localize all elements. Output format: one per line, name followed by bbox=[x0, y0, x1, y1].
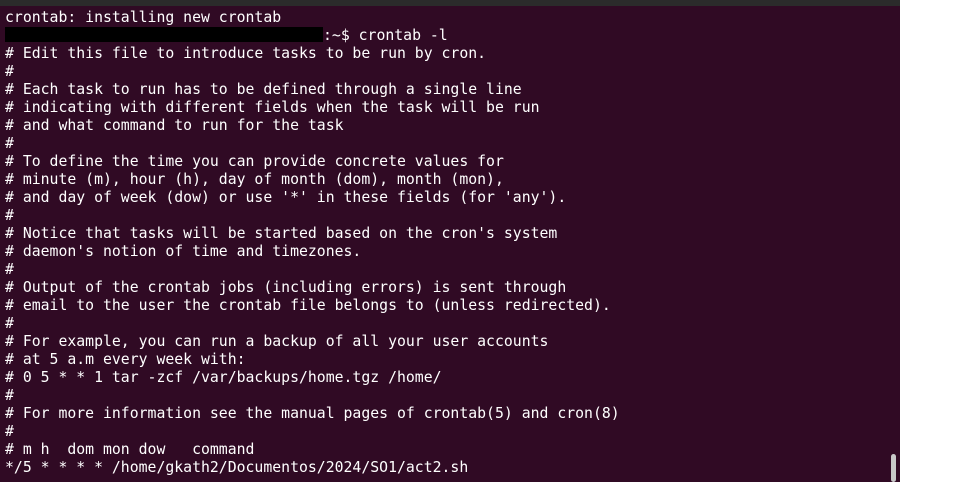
terminal-line-8: # To define the time you can provide con… bbox=[5, 153, 504, 170]
redacted-username bbox=[5, 27, 323, 42]
terminal-line-19: # at 5 a.m every week with: bbox=[5, 351, 246, 368]
terminal-line-2: # Edit this file to introduce tasks to b… bbox=[5, 45, 487, 62]
terminal-line-5: # indicating with different fields when … bbox=[5, 99, 540, 116]
terminal-line-16: # email to the user the crontab file bel… bbox=[5, 297, 611, 314]
terminal-line-18: # For example, you can run a backup of a… bbox=[5, 333, 549, 350]
terminal-line-14: # bbox=[5, 261, 14, 278]
terminal-line-25: */5 * * * * /home/gkath2/Documentos/2024… bbox=[5, 459, 469, 476]
terminal-line-12: # Notice that tasks will be started base… bbox=[5, 225, 558, 242]
terminal-line-13: # daemon's notion of time and timezones. bbox=[5, 243, 362, 260]
terminal-lines: crontab: installing new crontab :~$ cron… bbox=[5, 9, 620, 477]
terminal-line-15: # Output of the crontab jobs (including … bbox=[5, 279, 567, 296]
terminal-line-20: # 0 5 * * 1 tar -zcf /var/backups/home.t… bbox=[5, 369, 442, 386]
terminal-line-23: # bbox=[5, 423, 14, 440]
desktop-background bbox=[900, 0, 975, 482]
terminal-output[interactable]: crontab: installing new crontab :~$ cron… bbox=[0, 6, 900, 482]
terminal-line-4: # Each task to run has to be defined thr… bbox=[5, 81, 522, 98]
prompt-command: :~$ crontab -l bbox=[323, 27, 448, 44]
terminal-scrollbar[interactable] bbox=[890, 6, 898, 482]
scrollbar-thumb[interactable] bbox=[891, 454, 896, 482]
terminal-line-21: # bbox=[5, 387, 14, 404]
terminal-line-24: # m h dom mon dow command bbox=[5, 441, 255, 458]
terminal-line-9: # minute (m), hour (h), day of month (do… bbox=[5, 171, 504, 188]
screen: crontab: installing new crontab :~$ cron… bbox=[0, 0, 975, 482]
terminal-line-3: # bbox=[5, 63, 14, 80]
terminal-line-10: # and day of week (dow) or use '*' in th… bbox=[5, 189, 567, 206]
terminal-line-22: # For more information see the manual pa… bbox=[5, 405, 620, 422]
terminal-line-17: # bbox=[5, 315, 14, 332]
terminal-line-11: # bbox=[5, 207, 14, 224]
prompt-line: :~$ crontab -l bbox=[5, 27, 620, 45]
terminal-line-7: # bbox=[5, 135, 14, 152]
terminal-line-0: crontab: installing new crontab bbox=[5, 9, 282, 26]
terminal-line-6: # and what command to run for the task bbox=[5, 117, 344, 134]
